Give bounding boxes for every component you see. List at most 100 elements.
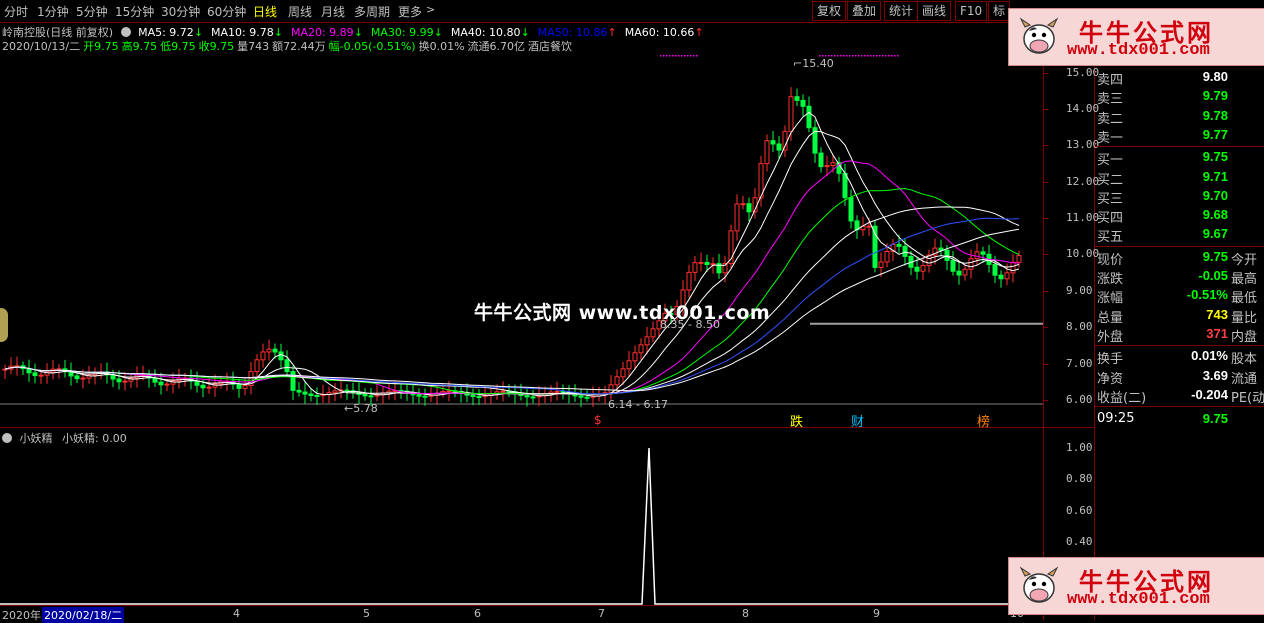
bid-row: 买五 9.67 xyxy=(1097,225,1264,245)
orderbook-value: 743 xyxy=(1206,306,1228,322)
ask-row: 卖四 9.80 xyxy=(1097,68,1264,88)
orderbook-extra-label: 内盘 xyxy=(1231,329,1258,345)
limit-dot xyxy=(675,55,677,57)
candle-body xyxy=(578,395,584,398)
candle-body xyxy=(884,250,890,263)
candle-body xyxy=(1016,255,1022,263)
candle-body xyxy=(1010,261,1016,274)
range-annotation-low: 6.14 - 6.17 xyxy=(608,398,668,411)
watermark-url: www.tdx001.com xyxy=(1067,41,1210,60)
quote-stat-row: 涨跌 -0.05 最高 xyxy=(1097,267,1264,287)
tab-intraday[interactable]: 分时 xyxy=(4,3,28,20)
orderbook-separator xyxy=(1095,345,1264,347)
tab-monthly[interactable]: 月线 xyxy=(321,3,345,20)
cow-logo-icon xyxy=(1019,566,1059,603)
candle-body xyxy=(344,389,350,392)
indicator-spike-line xyxy=(0,447,1043,605)
candle-body xyxy=(284,359,290,373)
candle-body xyxy=(692,262,698,273)
candle-body xyxy=(584,396,590,399)
date-month-label: 6 xyxy=(474,607,481,620)
candle-body xyxy=(902,245,908,257)
price-tick-label: 11.00 xyxy=(1066,211,1100,224)
tab-30min[interactable]: 30分钟 xyxy=(161,3,200,20)
orderbook-extra-label: PE(动 xyxy=(1231,390,1264,406)
orderbook-value: 9.71 xyxy=(1202,168,1228,184)
orderbook-value: 9.77 xyxy=(1202,126,1228,142)
indicator-tick-label: 1.00 xyxy=(1066,441,1093,454)
candle-body xyxy=(416,394,422,397)
ma20-line xyxy=(4,160,1020,396)
stats-button[interactable]: 统计 xyxy=(884,1,919,21)
candle-body xyxy=(470,394,476,398)
candle-body xyxy=(476,396,482,399)
orderbook-extra-label: 股本 xyxy=(1231,352,1258,368)
tab-5min[interactable]: 5分钟 xyxy=(76,3,108,20)
limit-dot xyxy=(846,55,848,57)
candle-body xyxy=(872,225,878,268)
date-month-label: 4 xyxy=(233,607,240,620)
candle-body xyxy=(530,396,536,399)
orderbook-separator xyxy=(1095,146,1264,148)
candle-body xyxy=(632,352,638,362)
candle-body xyxy=(770,140,776,145)
limit-dot xyxy=(858,55,860,57)
limit-dot xyxy=(678,55,680,57)
price-tick xyxy=(1043,364,1048,365)
limit-dot xyxy=(870,55,872,57)
candlestick-chart[interactable] xyxy=(0,52,1043,427)
candle-body xyxy=(956,270,962,276)
adjust-button[interactable]: 复权 xyxy=(812,1,847,21)
price-tick xyxy=(1043,218,1048,219)
panel-handle[interactable] xyxy=(0,308,8,342)
limit-dot xyxy=(894,55,896,57)
chevron-right-icon[interactable]: > xyxy=(426,3,435,16)
tab-60min[interactable]: 60分钟 xyxy=(207,3,246,20)
limit-dot xyxy=(690,55,692,57)
f10-button[interactable]: F10 xyxy=(955,1,988,21)
orderbook-value: 9.75 xyxy=(1202,248,1228,264)
limit-dot xyxy=(666,55,668,57)
candle-body xyxy=(524,395,530,398)
candle-body xyxy=(302,391,308,395)
bid-row: 买三 9.70 xyxy=(1097,187,1264,207)
tab-more[interactable]: 更多 xyxy=(398,3,422,20)
tab-weekly[interactable]: 周线 xyxy=(288,3,312,20)
candle-body xyxy=(200,384,206,389)
candle-body xyxy=(614,376,620,386)
limit-dot xyxy=(669,55,671,57)
watermark-url: www.tdx001.com xyxy=(1067,590,1210,609)
tab-multi-period[interactable]: 多周期 xyxy=(354,3,390,20)
limit-dot xyxy=(840,55,842,57)
orderbook-value: 3.69 xyxy=(1202,367,1228,383)
watermark-logo-bottom: 牛牛公式网 www.tdx001.com xyxy=(1008,557,1264,615)
ma5-line xyxy=(4,111,1020,397)
price-tick-label: 12.00 xyxy=(1066,175,1100,188)
settings-icon[interactable] xyxy=(120,27,131,37)
mark-button[interactable]: 标 xyxy=(988,1,1011,21)
overlay-button[interactable]: 叠加 xyxy=(847,1,882,21)
limit-dot xyxy=(852,55,854,57)
indicator-chart[interactable] xyxy=(0,428,1043,605)
orderbook-extra-label: 流通 xyxy=(1231,371,1258,387)
candle-body xyxy=(74,375,80,380)
price-tick-label: 8.00 xyxy=(1066,320,1093,333)
price-tick xyxy=(1043,109,1048,110)
candle-body xyxy=(788,96,794,132)
candle-body xyxy=(776,143,782,151)
indicator-tick-label: 0.40 xyxy=(1066,535,1093,548)
candle-body xyxy=(80,377,86,380)
tab-daily[interactable]: 日线 xyxy=(253,3,277,20)
orderbook-label: 买一 xyxy=(1097,153,1124,169)
tab-1min[interactable]: 1分钟 xyxy=(37,3,69,20)
price-tick-label: 10.00 xyxy=(1066,247,1100,260)
price-tick xyxy=(1043,182,1048,183)
price-tick xyxy=(1043,291,1048,292)
tab-15min[interactable]: 15分钟 xyxy=(115,3,154,20)
candle-body xyxy=(560,390,566,393)
orderbook-separator xyxy=(1095,406,1264,408)
orderbook-value: 0.01% xyxy=(1191,348,1228,364)
orderbook-label: 卖一 xyxy=(1097,130,1124,146)
draw-button[interactable]: 画线 xyxy=(917,1,952,21)
candle-body xyxy=(698,261,704,264)
